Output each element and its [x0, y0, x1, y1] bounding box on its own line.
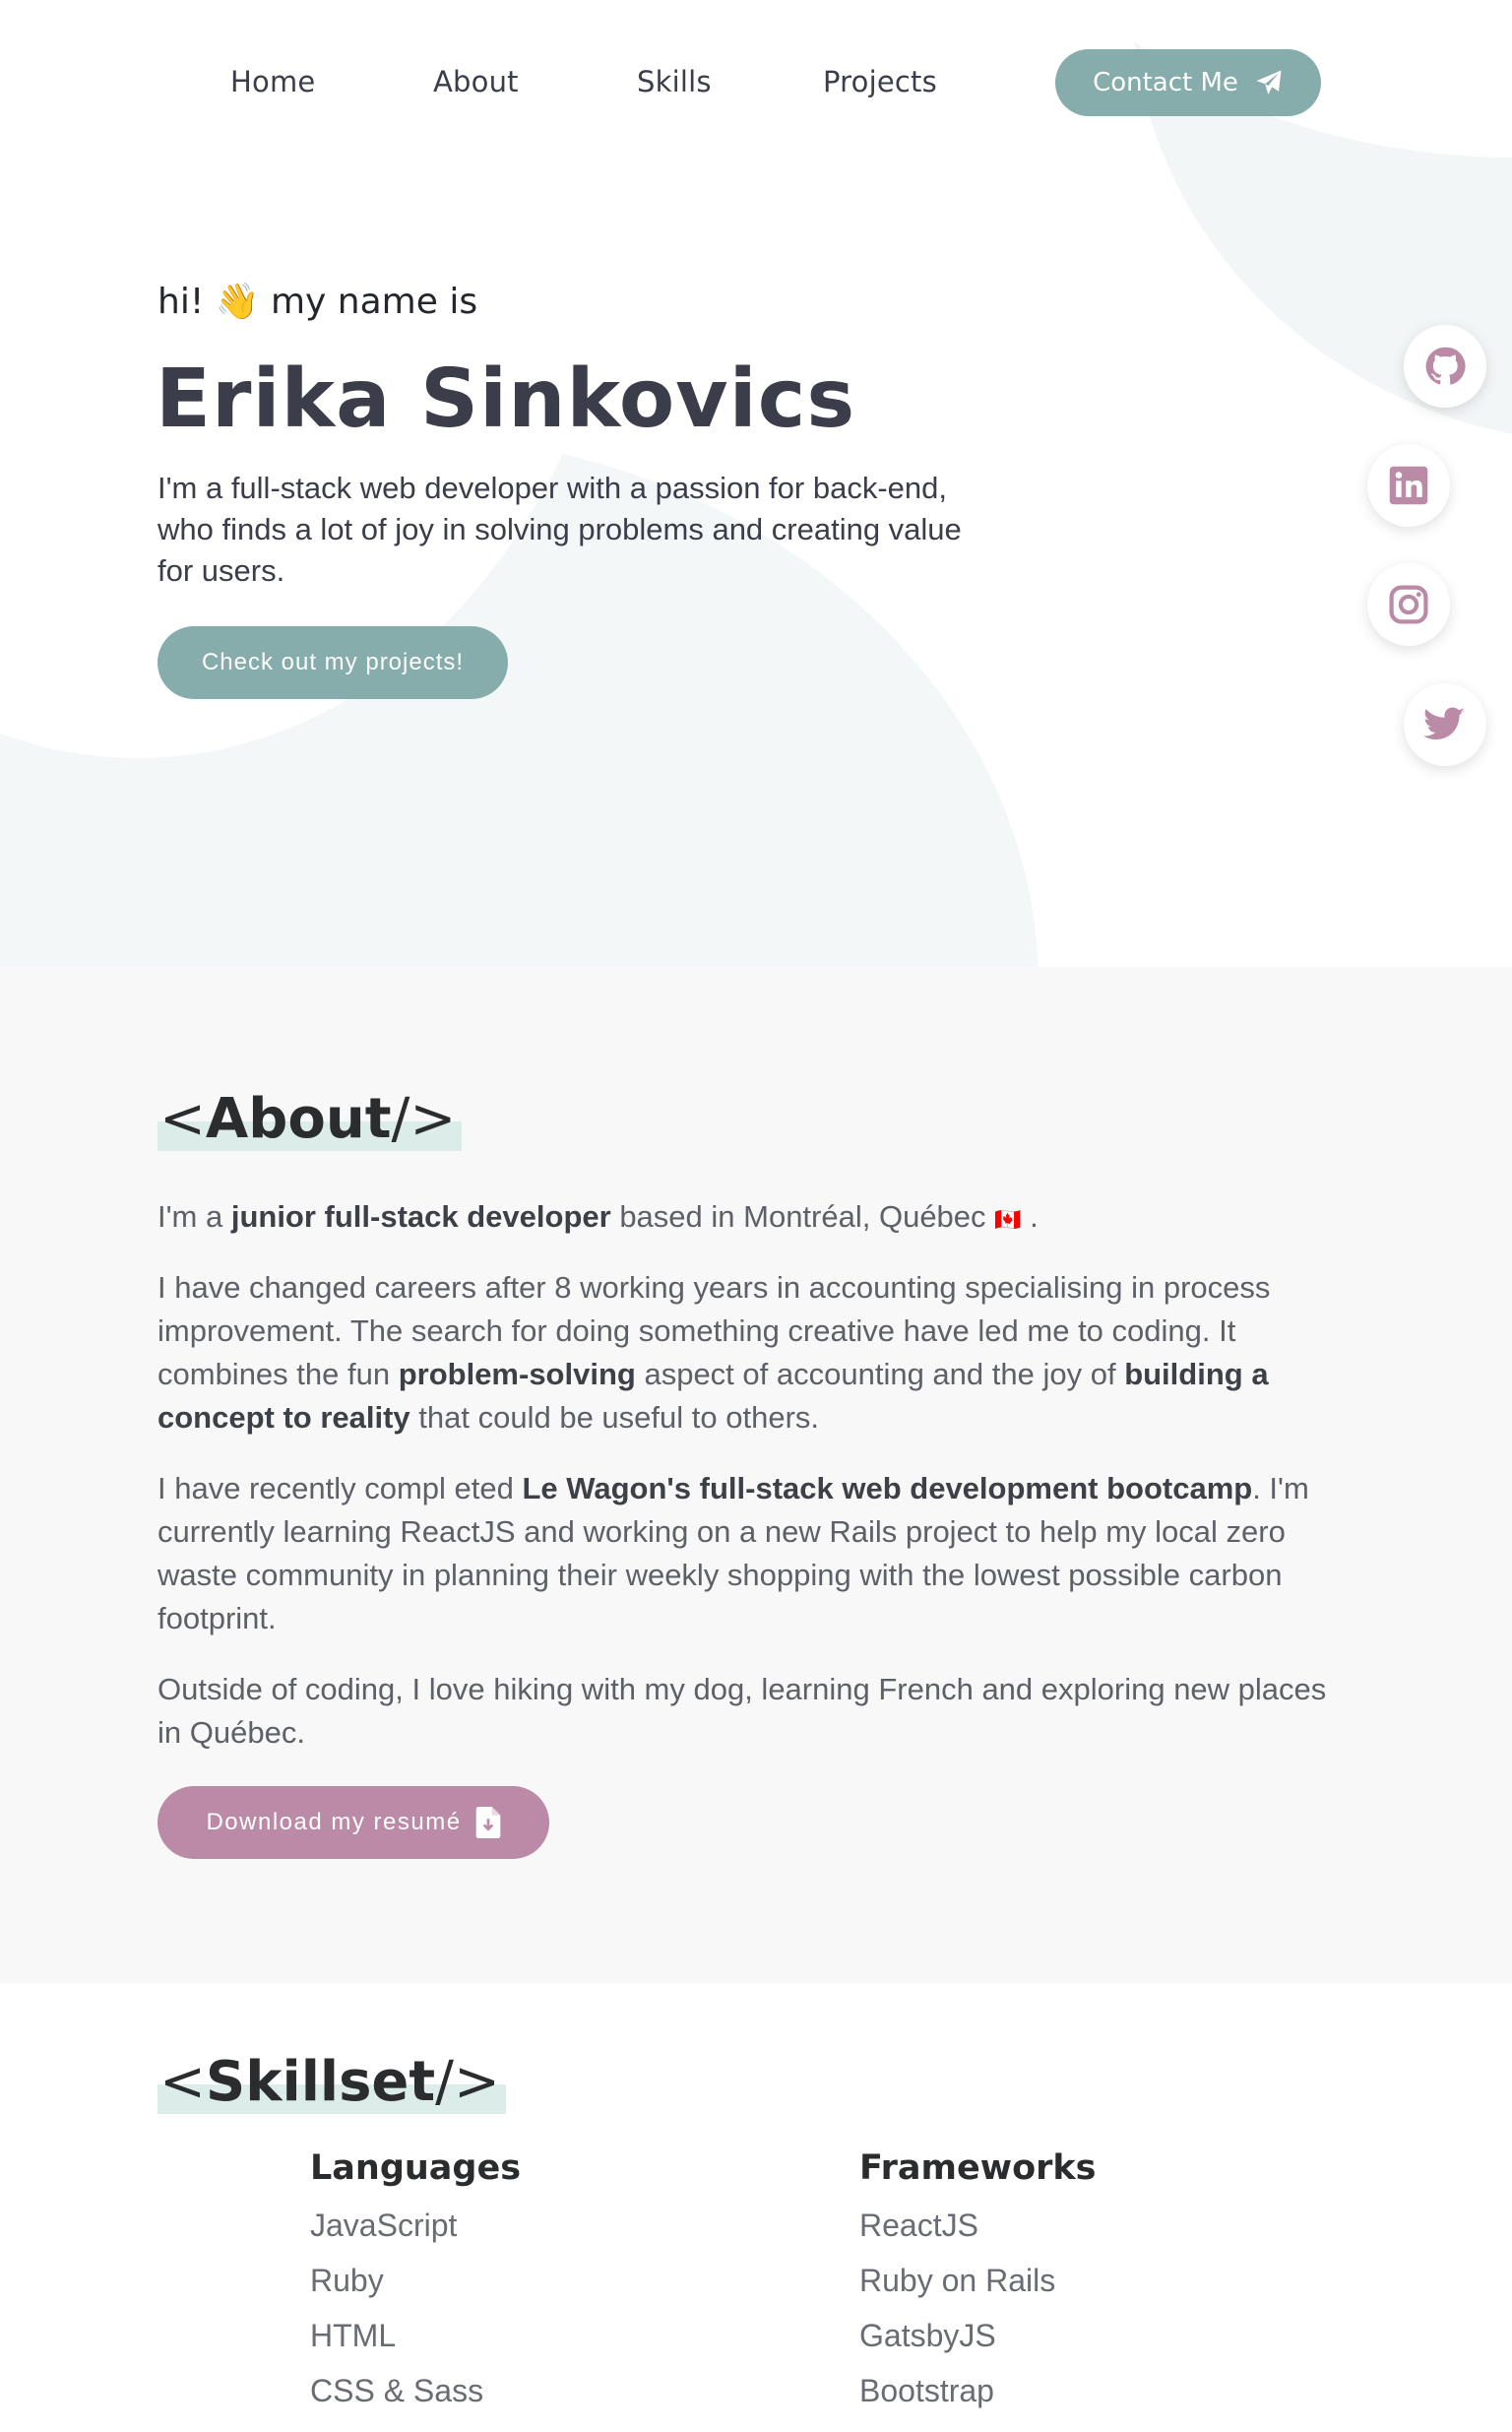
frameworks-title: Frameworks	[859, 2148, 1097, 2188]
linkedin-icon	[1389, 466, 1428, 505]
skill-item: Ruby on Rails	[859, 2263, 1056, 2298]
paper-plane-icon	[1256, 70, 1282, 95]
frameworks-column: Frameworks ReactJS Ruby on Rails GatsbyJ…	[859, 2148, 1097, 2418]
hero-intro: I'm a full-stack web developer with a pa…	[158, 471, 962, 588]
download-resume-button[interactable]: Download my resumé	[158, 1786, 549, 1859]
greeting-text: my name is	[270, 282, 478, 322]
nav-link-home[interactable]: Home	[230, 65, 315, 98]
about-section: <About/> I'm a junior full-stack develop…	[0, 967, 1512, 1983]
skill-item: HTML	[310, 2318, 397, 2353]
skill-item: Ruby	[310, 2263, 384, 2298]
hero-name: Erika Sinkovics	[156, 352, 856, 446]
twitter-icon	[1423, 707, 1466, 740]
languages-title: Languages	[310, 2148, 522, 2188]
contact-me-label: Contact Me	[1093, 68, 1238, 97]
linkedin-link[interactable]	[1367, 444, 1450, 527]
github-link[interactable]	[1404, 325, 1486, 408]
skill-item: Bootstrap	[859, 2373, 994, 2408]
download-resume-label: Download my resumé	[206, 1809, 462, 1835]
canada-flag-icon: 🇨🇦	[994, 1207, 1022, 1232]
instagram-link[interactable]	[1367, 563, 1450, 646]
top-nav: Home About Skills Projects Contact Me	[0, 47, 1512, 118]
skill-item: GatsbyJS	[859, 2318, 996, 2353]
about-paragraph: Outside of coding, I love hiking with my…	[158, 1672, 1327, 1750]
github-icon	[1425, 347, 1466, 385]
twitter-link[interactable]	[1404, 683, 1486, 766]
instagram-icon	[1389, 585, 1428, 624]
nav-link-about[interactable]: About	[433, 65, 519, 98]
check-projects-button[interactable]: Check out my projects!	[158, 626, 508, 699]
about-paragraph: I'm a junior full-stack developer based …	[158, 1199, 1039, 1234]
waving-hand-icon: 👋	[215, 282, 260, 322]
skills-section: <Skillset/> Languages JavaScript Ruby HT…	[0, 1983, 1512, 2432]
file-download-icon	[475, 1807, 500, 1838]
languages-column: Languages JavaScript Ruby HTML CSS & Sas…	[310, 2148, 521, 2418]
contact-me-button[interactable]: Contact Me	[1055, 49, 1321, 116]
skill-item: CSS & Sass	[310, 2373, 484, 2408]
skill-item: ReactJS	[859, 2208, 978, 2243]
nav-link-skills[interactable]: Skills	[637, 65, 712, 98]
greeting-text: hi!	[158, 282, 205, 322]
skill-item: JavaScript	[310, 2208, 458, 2243]
about-paragraph: I have changed careers after 8 working y…	[158, 1270, 1271, 1435]
hero-greeting: hi! 👋 my name is	[158, 281, 477, 322]
about-heading: <About/>	[158, 1087, 463, 1151]
about-paragraph: I have recently compl eted Le Wagon's fu…	[158, 1471, 1309, 1635]
skillset-heading: <Skillset/>	[158, 2050, 506, 2114]
hero-section: Home About Skills Projects Contact Me hi…	[0, 0, 1512, 967]
nav-link-projects[interactable]: Projects	[823, 65, 937, 98]
